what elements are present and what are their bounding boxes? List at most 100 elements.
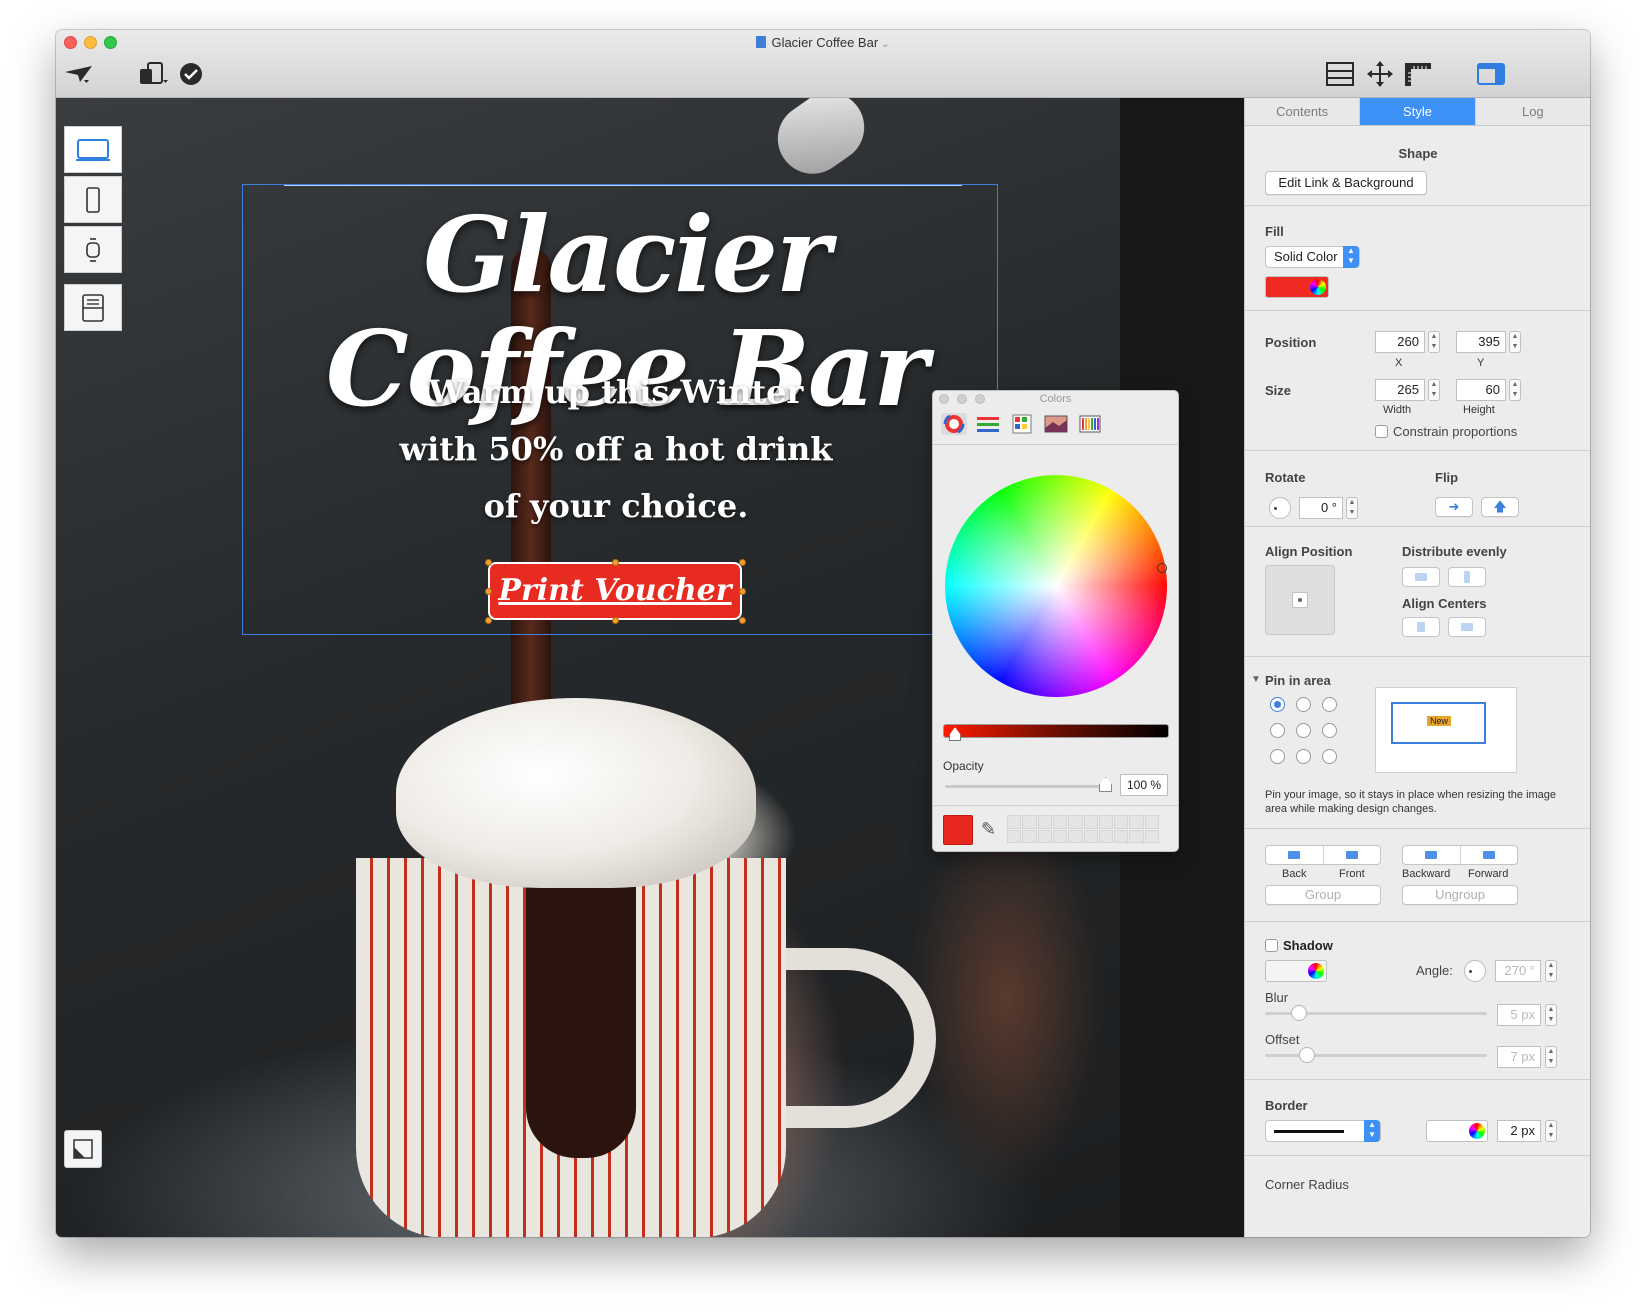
tab-color-wheel[interactable] bbox=[941, 413, 967, 435]
size-height-stepper[interactable]: ▲ ▼ bbox=[1509, 379, 1521, 401]
position-x-input[interactable]: 260 bbox=[1375, 331, 1425, 353]
tab-style[interactable]: Style bbox=[1360, 98, 1476, 125]
resize-handle[interactable] bbox=[739, 617, 746, 624]
border-width-input[interactable]: 2 px bbox=[1497, 1120, 1541, 1142]
align-center-horizontal-button[interactable] bbox=[1402, 617, 1440, 637]
resize-handle[interactable] bbox=[485, 617, 492, 624]
opacity-input[interactable]: 100 % bbox=[1120, 774, 1168, 796]
colors-panel[interactable]: Colors Opacity 100 % ✎ bbox=[932, 390, 1179, 852]
tab-color-palettes[interactable] bbox=[1009, 413, 1035, 435]
pin-top-left[interactable] bbox=[1270, 697, 1285, 712]
resize-handle[interactable] bbox=[612, 617, 619, 624]
tab-image-palettes[interactable] bbox=[1043, 413, 1069, 435]
pin-top-center[interactable] bbox=[1296, 697, 1311, 712]
resize-handle[interactable] bbox=[485, 559, 492, 566]
window-title[interactable]: Glacier Coffee Bar ⌄ bbox=[56, 35, 1590, 50]
subline-text[interactable]: Warm up this Winter with 50% off a hot d… bbox=[386, 364, 846, 535]
watch-view-button[interactable] bbox=[64, 226, 122, 273]
colors-zoom-button[interactable] bbox=[975, 394, 985, 404]
position-x-stepper[interactable]: ▲ ▼ bbox=[1428, 331, 1440, 353]
size-height-input[interactable]: 60 bbox=[1456, 379, 1506, 401]
fill-type-select[interactable]: Solid Color ▲ ▼ bbox=[1265, 246, 1360, 268]
shadow-angle-stepper[interactable]: ▲ ▼ bbox=[1545, 960, 1557, 982]
rotate-input[interactable]: 0 ° bbox=[1299, 497, 1343, 519]
border-width-stepper[interactable]: ▲ ▼ bbox=[1545, 1120, 1557, 1142]
checkmark-icon[interactable] bbox=[178, 60, 204, 88]
backward-forward-segment[interactable] bbox=[1402, 845, 1518, 865]
send-to-back-button[interactable] bbox=[1266, 846, 1324, 864]
blur-input[interactable]: 5 px bbox=[1497, 1004, 1541, 1026]
pin-middle-left[interactable] bbox=[1270, 723, 1285, 738]
back-front-segment[interactable] bbox=[1265, 845, 1381, 865]
tab-contents[interactable]: Contents bbox=[1245, 98, 1361, 125]
pin-bottom-center[interactable] bbox=[1296, 749, 1311, 764]
blur-stepper[interactable]: ▲ ▼ bbox=[1545, 1004, 1557, 1026]
flip-horizontal-button[interactable]: ➜ bbox=[1435, 497, 1473, 517]
devices-icon[interactable] bbox=[136, 60, 170, 88]
eyedropper-icon[interactable]: ✎ bbox=[981, 819, 996, 840]
shadow-checkbox[interactable] bbox=[1265, 939, 1278, 952]
distribute-vertical-button[interactable] bbox=[1448, 567, 1486, 587]
rotate-dial[interactable] bbox=[1269, 497, 1291, 519]
bring-to-front-button[interactable] bbox=[1324, 846, 1381, 864]
border-style-select[interactable]: ▲ ▼ bbox=[1265, 1120, 1381, 1142]
group-button[interactable]: Group bbox=[1265, 885, 1381, 905]
color-wheel[interactable] bbox=[945, 475, 1167, 697]
edit-link-background-button[interactable]: Edit Link & Background bbox=[1265, 171, 1427, 195]
colors-panel-titlebar[interactable]: Colors bbox=[933, 391, 1178, 407]
shadow-color-well[interactable] bbox=[1265, 960, 1327, 982]
blur-slider-knob[interactable] bbox=[1291, 1005, 1307, 1021]
pin-bottom-left[interactable] bbox=[1270, 749, 1285, 764]
pin-middle-center[interactable] bbox=[1296, 723, 1311, 738]
offset-input[interactable]: 7 px bbox=[1497, 1046, 1541, 1068]
sidebar-icon[interactable] bbox=[1476, 60, 1506, 88]
paper-plane-icon[interactable] bbox=[62, 60, 96, 88]
size-width-input[interactable]: 265 bbox=[1375, 379, 1425, 401]
saved-swatches[interactable] bbox=[1007, 815, 1159, 843]
resize-handle[interactable] bbox=[739, 559, 746, 566]
constrain-proportions-checkbox[interactable] bbox=[1375, 425, 1388, 438]
ruler-icon[interactable] bbox=[1402, 60, 1434, 88]
current-color-swatch[interactable] bbox=[943, 815, 973, 845]
send-backward-button[interactable] bbox=[1403, 846, 1461, 864]
phone-view-button[interactable] bbox=[64, 176, 122, 223]
align-center-vertical-button[interactable] bbox=[1448, 617, 1486, 637]
position-y-stepper[interactable]: ▲ ▼ bbox=[1509, 331, 1521, 353]
resize-handle[interactable] bbox=[612, 559, 619, 566]
brightness-slider[interactable] bbox=[943, 724, 1169, 738]
distribute-horizontal-button[interactable] bbox=[1402, 567, 1440, 587]
desktop-view-button[interactable] bbox=[64, 126, 122, 173]
print-voucher-button[interactable]: Print Voucher bbox=[488, 562, 742, 620]
color-wheel-cursor[interactable] bbox=[1157, 563, 1167, 573]
colors-minimize-button[interactable] bbox=[957, 394, 967, 404]
tab-color-sliders[interactable] bbox=[975, 413, 1001, 435]
border-color-well[interactable] bbox=[1426, 1120, 1488, 1142]
resize-handle[interactable] bbox=[739, 588, 746, 595]
shadow-angle-dial[interactable] bbox=[1464, 960, 1486, 982]
align-position-pad[interactable] bbox=[1265, 565, 1335, 635]
resize-handle[interactable] bbox=[485, 588, 492, 595]
position-y-input[interactable]: 395 bbox=[1456, 331, 1506, 353]
size-width-stepper[interactable]: ▲ ▼ bbox=[1428, 379, 1440, 401]
disclosure-triangle-icon[interactable]: ▼ bbox=[1251, 674, 1261, 685]
offset-stepper[interactable]: ▲ ▼ bbox=[1545, 1046, 1557, 1068]
fill-color-well[interactable] bbox=[1265, 276, 1329, 298]
layout-icon[interactable] bbox=[1324, 60, 1356, 88]
flip-vertical-button[interactable]: 🡅 bbox=[1481, 497, 1519, 517]
align-center-icon[interactable] bbox=[1292, 592, 1308, 608]
pin-bottom-right[interactable] bbox=[1322, 749, 1337, 764]
tab-pencils[interactable] bbox=[1077, 413, 1103, 435]
bring-forward-button[interactable] bbox=[1461, 846, 1518, 864]
pin-middle-right[interactable] bbox=[1322, 723, 1337, 738]
pin-top-right[interactable] bbox=[1322, 697, 1337, 712]
opacity-slider-knob[interactable] bbox=[1099, 777, 1112, 792]
colors-close-button[interactable] bbox=[939, 394, 949, 404]
ungroup-button[interactable]: Ungroup bbox=[1402, 885, 1518, 905]
opacity-slider[interactable] bbox=[945, 785, 1105, 788]
rotate-stepper[interactable]: ▲ ▼ bbox=[1346, 497, 1358, 519]
email-view-button[interactable] bbox=[64, 284, 122, 331]
tab-log[interactable]: Log bbox=[1475, 98, 1590, 125]
move-icon[interactable] bbox=[1364, 60, 1396, 88]
layers-toggle-button[interactable] bbox=[64, 1130, 102, 1168]
offset-slider-knob[interactable] bbox=[1299, 1047, 1315, 1063]
